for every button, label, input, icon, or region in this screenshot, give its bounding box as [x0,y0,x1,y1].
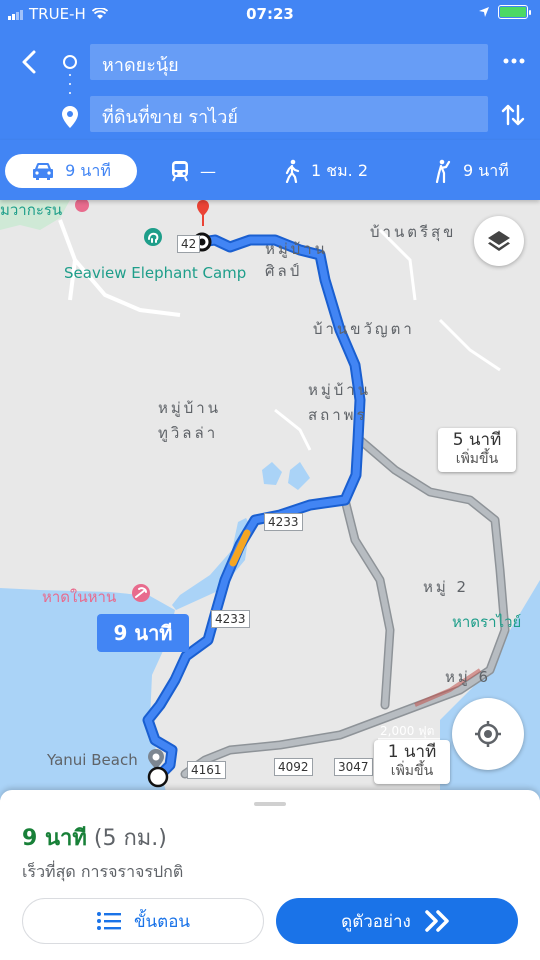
beach-icon[interactable] [131,583,151,603]
road-badge: 42 [177,235,201,253]
road-badge: 4233 [211,610,250,628]
map-label-moo6: หมู่ 6 [445,668,492,686]
map-scale-label: 2,000 ฟุต [380,724,435,738]
map-label-ban-khwanta: บ้านขวัญตา [313,320,415,338]
road-badge: 4092 [274,758,313,776]
ride-hail-icon [435,159,451,183]
mode-walk-tab[interactable]: 1 ชม. 2 [283,154,368,188]
travel-mode-bar: 9 นาที — 1 ชม. 2 9 นาที [0,140,540,200]
mode-walk-label: 1 ชม. 2 [311,160,369,180]
route-dots [69,74,71,94]
back-arrow-icon[interactable] [14,46,46,78]
mode-ride-label: 9 นาที [463,160,509,180]
route-duration-callout[interactable]: 9 นาที [97,614,189,652]
destination-input[interactable]: ที่ดินที่ขาย ราไวย์ [90,96,488,132]
map-label-village-tuvila: หมู่บ้าน ทูวิลล่า [158,399,221,442]
my-location-button[interactable] [452,698,524,770]
map-canvas [0,200,540,800]
map-label-yanui-beach: Yanui Beach [47,751,138,769]
battery-icon [498,5,531,19]
mode-car-label: 9 นาที [65,160,111,180]
mode-transit-tab[interactable]: — [170,154,216,188]
road-badge: 3047 [334,758,373,776]
route-summary: 9 นาที (5 กม.) [22,820,167,855]
route-duration: 9 นาที [22,826,87,851]
elephant-camp-icon[interactable] [143,227,163,247]
road-badge: 4233 [264,513,303,531]
list-icon [96,912,121,930]
alt-route-note: เพิ่มขึ้น [390,763,434,779]
directions-header: หาดยะนุ้ย ที่ดินที่ขาย ราไวย์ [0,30,540,140]
crosshair-icon [475,721,501,747]
alt-route-callout[interactable]: 1 นาที เพิ่มขึ้น [374,740,450,784]
mode-ride-tab[interactable]: 9 นาที [433,154,509,188]
route-summary-sheet[interactable]: 9 นาที (5 กม.) เร็วที่สุด การจราจรปกติ ข… [0,790,540,960]
mode-transit-label: — [200,161,216,181]
map-label-had-rawai: หาดราไวย์ [452,613,522,631]
preview-label: ดูตัวอย่าง [341,911,411,932]
map-label-moo2: หมู่ 2 [423,578,470,596]
origin-circle-icon [63,55,77,69]
map-label-elephant-camp: Seaview Elephant Camp [64,264,247,282]
route-distance: (5 กม.) [93,826,167,851]
map-label-cut: มวากะรน [0,201,63,219]
status-right [478,5,531,19]
alt-route-callout[interactable]: 5 นาที เพิ่มขึ้น [438,428,516,472]
steps-label: ขั้นตอน [133,911,191,932]
steps-button[interactable]: ขั้นตอน [22,898,264,944]
alt-route-note: เพิ่มขึ้น [455,451,499,467]
location-arrow-icon [479,7,489,17]
layers-button[interactable] [474,216,524,266]
status-time: 07:23 [246,5,294,23]
hotel-icon [75,200,89,212]
map-label-ban-tri-suk: บ้านตรีสุข [370,223,457,241]
mode-car-tab[interactable]: 9 นาที [5,154,137,188]
walking-icon [285,159,300,183]
route-start-icon [147,766,169,788]
map-label-village-sathaporn: หมู่บ้าน สถาพร [308,381,371,424]
alt-route-time: 5 นาที [452,430,502,450]
road-badge: 4161 [187,761,226,779]
map-label-had-nai-han: หาดในหาน [42,588,117,606]
origin-input[interactable]: หาดยะนุ้ย [90,44,488,80]
map-label-village-silp: หมู่บ้าน ศิลป์ [265,240,328,280]
preview-button[interactable]: ดูตัวอย่าง [276,898,518,944]
route-subtitle: เร็วที่สุด การจราจรปกติ [22,862,184,881]
layers-icon [488,231,510,251]
swap-icon[interactable] [500,102,526,128]
destination-flag-icon [197,200,209,226]
map-view[interactable]: มวากะรน Seaview Elephant Camp หมู่บ้าน ศ… [0,200,540,800]
sheet-handle[interactable] [254,802,286,806]
status-bar: TRUE-H 07:23 [0,0,540,30]
train-icon [172,161,188,182]
more-icon[interactable] [503,50,525,72]
destination-pin-icon [62,106,78,128]
alt-route-time: 1 นาที [387,742,437,762]
car-icon [33,163,54,180]
double-chevron-icon [425,910,449,932]
